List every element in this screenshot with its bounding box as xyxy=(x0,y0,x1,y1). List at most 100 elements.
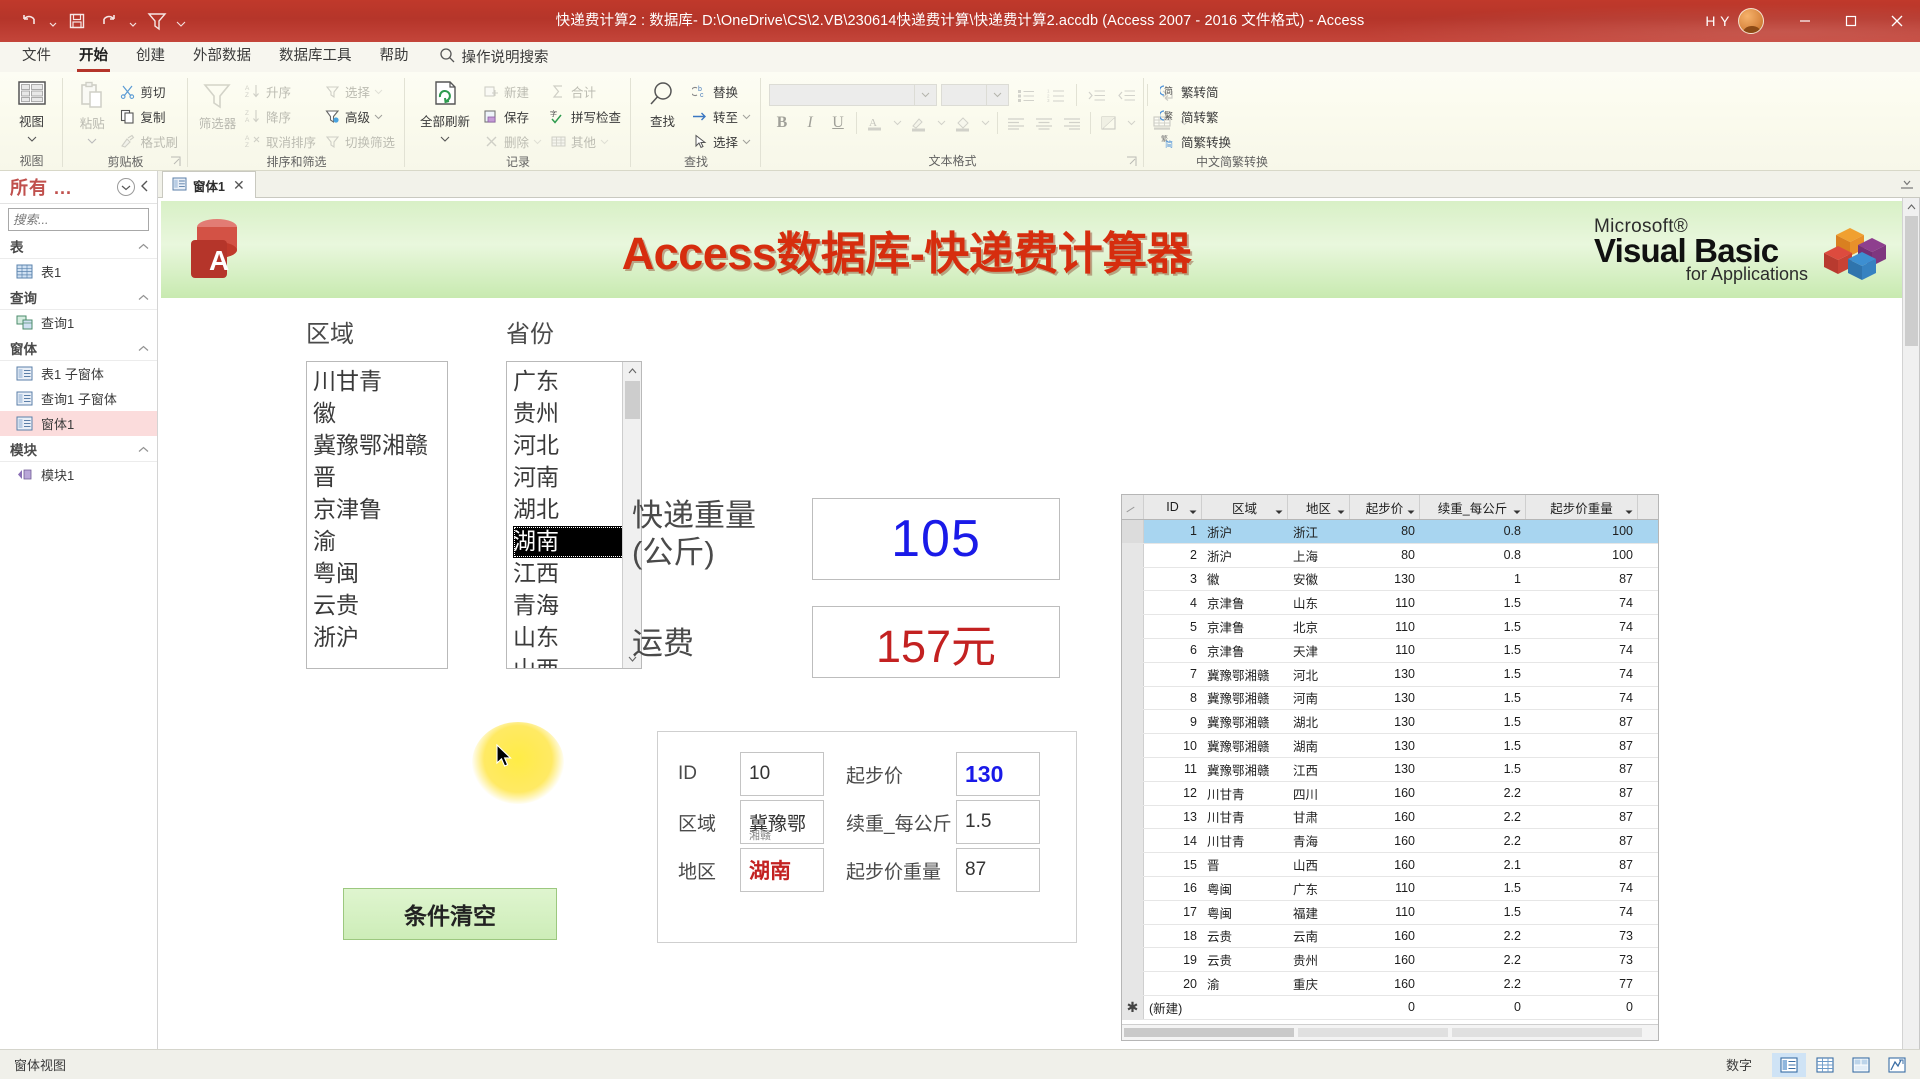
table-cell-wt[interactable]: 74 xyxy=(1526,639,1638,662)
table-row[interactable]: 16 粤闽 广东 110 1.5 74 xyxy=(1122,876,1658,901)
tab-database-tools[interactable]: 数据库工具 xyxy=(265,43,366,72)
table-cell-area[interactable]: 粤闽 xyxy=(1202,877,1288,900)
area-listbox[interactable]: 川甘青 徽 冀豫鄂湘赣 晋 京津鲁 渝 粤闽 云贵 浙沪 xyxy=(306,361,448,669)
table-cell-wt[interactable]: 74 xyxy=(1526,591,1638,614)
list-item-selected[interactable]: 湖南 xyxy=(513,526,637,558)
tab-home[interactable]: 开始 xyxy=(65,43,122,72)
table-row[interactable]: 14 川甘青 青海 160 2.2 87 xyxy=(1122,829,1658,854)
column-header-per-kg[interactable]: 续重_每公斤 xyxy=(1420,495,1526,519)
table-cell-area[interactable]: 京津鲁 xyxy=(1202,591,1288,614)
table-cell-area[interactable]: 冀豫鄂湘赣 xyxy=(1202,663,1288,686)
column-header-area[interactable]: 区域 xyxy=(1202,495,1288,519)
table-cell-wt[interactable]: 87 xyxy=(1526,829,1638,852)
row-selector[interactable] xyxy=(1122,638,1144,662)
tell-me-search[interactable]: 操作说明搜索 xyxy=(423,43,559,72)
table-cell-id[interactable]: 14 xyxy=(1144,829,1202,852)
table-cell-base[interactable]: 110 xyxy=(1350,639,1420,662)
clear-sort-button[interactable]: AZ 取消排序 xyxy=(241,129,320,153)
table-cell-area[interactable]: 粤闽 xyxy=(1202,901,1288,924)
chinese-conversion-button[interactable]: 繁简 简繁转换 xyxy=(1156,129,1235,153)
table-cell-region[interactable]: 贵州 xyxy=(1288,948,1350,971)
row-selector[interactable] xyxy=(1122,543,1144,567)
tab-help[interactable]: 帮助 xyxy=(366,43,423,72)
table-cell-region[interactable]: 河北 xyxy=(1288,663,1350,686)
base-weight-field[interactable]: 87 xyxy=(956,848,1040,892)
tab-external-data[interactable]: 外部数据 xyxy=(179,43,265,72)
chevron-down-icon[interactable] xyxy=(87,133,97,144)
table-row[interactable]: 6 京津鲁 天津 110 1.5 74 xyxy=(1122,638,1658,663)
undo-dropdown-icon[interactable] xyxy=(46,7,60,35)
table-cell-per[interactable]: 1.5 xyxy=(1420,687,1526,710)
table-cell-area[interactable]: 徽 xyxy=(1202,568,1288,591)
nav-group-modules[interactable]: 模块 xyxy=(0,436,157,462)
nav-item-form1[interactable]: 窗体1 xyxy=(0,411,157,436)
table-cell-area[interactable]: 晋 xyxy=(1202,853,1288,876)
alternate-row-color-button[interactable] xyxy=(1096,110,1122,136)
row-selector[interactable] xyxy=(1122,686,1144,710)
table-cell-base[interactable]: 130 xyxy=(1350,734,1420,757)
column-header-id[interactable]: ID xyxy=(1144,495,1202,519)
table-cell-id[interactable]: 15 xyxy=(1144,853,1202,876)
filter-icon[interactable] xyxy=(142,7,172,35)
table-row[interactable]: 15 晋山西 160 2.1 87 xyxy=(1122,853,1658,877)
table-row[interactable]: 12 川甘青 四川 160 2.2 87 xyxy=(1122,781,1658,806)
filter-button[interactable]: 筛选器 xyxy=(194,77,241,132)
table-cell-per[interactable]: 1 xyxy=(1420,568,1526,591)
table-cell-region[interactable]: 北京 xyxy=(1288,615,1350,638)
table-cell-region[interactable]: 江西 xyxy=(1288,758,1350,781)
table-cell-base[interactable]: 110 xyxy=(1350,901,1420,924)
table-cell-id[interactable]: 12 xyxy=(1144,782,1202,805)
numbered-list-button[interactable]: 123 xyxy=(1043,82,1069,108)
chevron-down-icon[interactable] xyxy=(1513,504,1521,518)
table-cell-region[interactable]: 山东 xyxy=(1288,591,1350,614)
nav-search-box[interactable] xyxy=(8,208,192,231)
table-cell-region[interactable]: 云南 xyxy=(1288,925,1350,948)
table-cell-base[interactable]: 160 xyxy=(1350,853,1420,876)
table-row[interactable]: 10 冀豫鄂湘赣 湖南 130 1.5 87 xyxy=(1122,734,1658,758)
table-cell-id[interactable]: 13 xyxy=(1144,806,1202,829)
row-selector[interactable] xyxy=(1122,567,1144,591)
table-cell-per[interactable]: 1.5 xyxy=(1420,901,1526,924)
table-cell-id[interactable]: 6 xyxy=(1144,639,1202,662)
table-row[interactable]: 8 冀豫鄂湘赣 河南 130 1.5 74 xyxy=(1122,686,1658,711)
table-cell-base[interactable]: 160 xyxy=(1350,948,1420,971)
table-cell-id[interactable]: 5 xyxy=(1144,615,1202,638)
table-cell-id[interactable]: 20 xyxy=(1144,972,1202,995)
find-button[interactable]: 查找 xyxy=(637,77,688,130)
decrease-indent-button[interactable] xyxy=(1114,82,1140,108)
table-cell-area[interactable]: 云贵 xyxy=(1202,925,1288,948)
row-selector[interactable] xyxy=(1122,829,1144,853)
per-kg-field[interactable]: 1.5 xyxy=(956,800,1040,844)
sort-desc-button[interactable]: ZA 降序 xyxy=(241,104,320,128)
table-cell-per[interactable]: 2.1 xyxy=(1420,853,1526,876)
table-cell-per[interactable]: 1.5 xyxy=(1420,639,1526,662)
table-cell-id[interactable]: 16 xyxy=(1144,877,1202,900)
table-row[interactable]: 19 云贵 贵州 160 2.2 73 xyxy=(1122,948,1658,973)
copy-button[interactable]: 复制 xyxy=(115,104,182,128)
nav-item-module1[interactable]: 模块1 xyxy=(0,462,157,487)
base-price-field[interactable]: 130 xyxy=(956,752,1040,796)
chevron-down-icon[interactable] xyxy=(374,109,383,123)
chevron-down-icon[interactable] xyxy=(533,134,542,148)
table-cell-region[interactable]: 湖南 xyxy=(1288,734,1350,757)
list-item[interactable]: 粤闽 xyxy=(313,558,447,590)
font-family-combo[interactable] xyxy=(769,84,937,106)
table-cell-base[interactable]: 160 xyxy=(1350,925,1420,948)
chevron-down-icon[interactable] xyxy=(374,84,383,98)
restore-button[interactable] xyxy=(1828,0,1874,42)
table-cell-base[interactable]: 130 xyxy=(1350,568,1420,591)
advanced-button[interactable]: 高级 xyxy=(320,104,399,128)
table-cell-base[interactable]: 80 xyxy=(1350,520,1420,543)
chevron-down-icon[interactable] xyxy=(1189,504,1197,518)
table-cell-per[interactable]: 2.2 xyxy=(1420,972,1526,995)
row-selector[interactable] xyxy=(1122,900,1144,924)
table-cell-base[interactable]: 130 xyxy=(1350,710,1420,733)
chevron-down-icon[interactable] xyxy=(1407,504,1415,518)
table-cell-region[interactable]: 山西 xyxy=(1288,853,1350,876)
chevron-down-icon[interactable] xyxy=(978,110,992,136)
simp-to-trad-button[interactable]: 繁 简转繁 xyxy=(1156,104,1235,128)
table-cell-id[interactable]: 19 xyxy=(1144,948,1202,971)
table-cell-per[interactable]: 1.5 xyxy=(1420,758,1526,781)
undo-icon[interactable] xyxy=(14,7,44,35)
table-cell-id[interactable]: 11 xyxy=(1144,758,1202,781)
